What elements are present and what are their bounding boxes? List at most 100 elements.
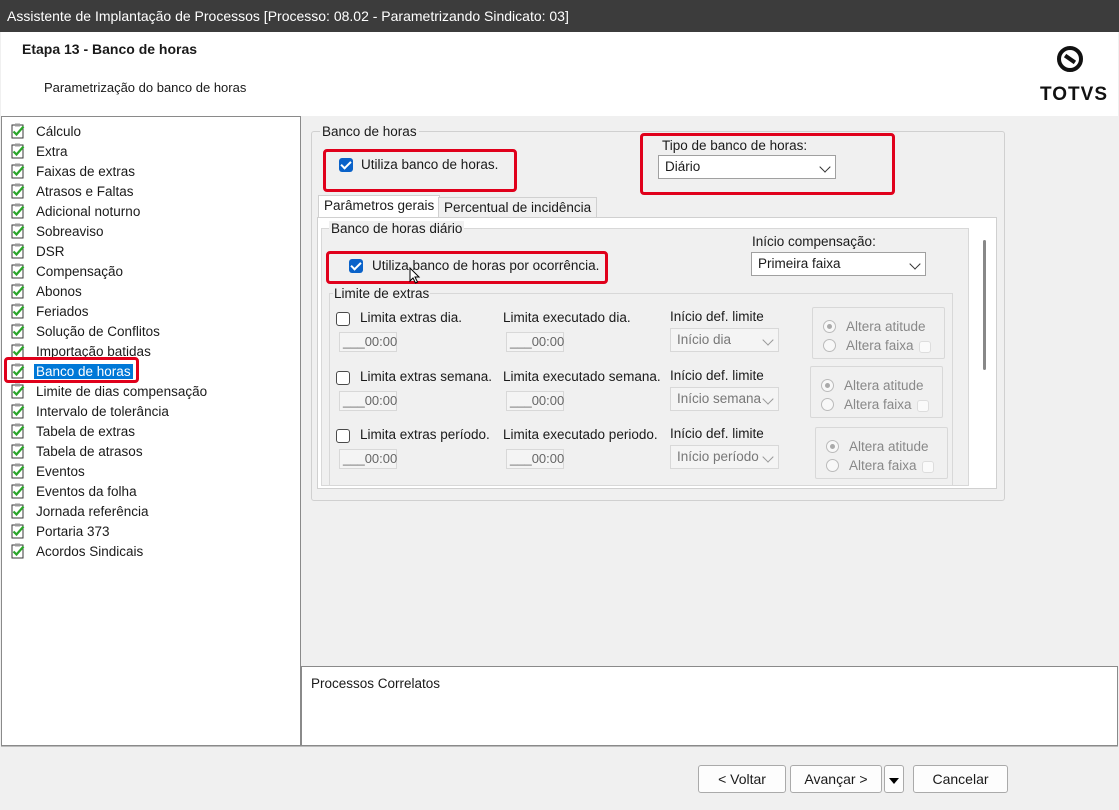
checklist-icon <box>11 503 25 519</box>
inicio-def-limite-select[interactable]: Início semana <box>670 387 779 411</box>
limita-extras-checkbox[interactable] <box>336 371 350 385</box>
checklist-icon <box>11 183 25 199</box>
sidebar-item-label: Sobreaviso <box>36 223 104 239</box>
altera-options-box: Altera atitude Altera faixa <box>812 307 945 359</box>
sidebar-item-label: Eventos <box>36 463 85 479</box>
checklist-icon <box>11 543 25 559</box>
sidebar-item-label: Atrasos e Faltas <box>36 183 134 199</box>
back-button[interactable]: < Voltar <box>698 765 786 793</box>
sidebar-item-label: Acordos Sindicais <box>36 543 144 559</box>
inicio-def-limite-select[interactable]: Início dia <box>670 328 779 352</box>
altera-atitude-radio <box>823 320 836 333</box>
altera-faixa-radio <box>821 398 834 411</box>
highlight-tipo <box>640 133 895 195</box>
totvs-logo-text: TOTVS <box>1040 84 1108 105</box>
altera-faixa-checkbox <box>919 341 931 353</box>
altera-atitude-radio <box>821 379 834 392</box>
limite-extras-time-input[interactable]: ___00:00 <box>339 391 397 411</box>
sidebar-item[interactable]: Sobreaviso <box>10 221 106 241</box>
altera-faixa-label: Altera faixa <box>849 458 917 473</box>
sidebar-item[interactable]: Jornada referência <box>10 501 151 521</box>
checklist-icon <box>11 423 25 439</box>
next-button[interactable]: Avançar > <box>790 765 882 793</box>
processos-correlatos-label: Processos Correlatos <box>311 676 441 691</box>
limita-extras-label[interactable]: Limita extras semana. <box>360 369 492 384</box>
checklist-icon <box>11 323 25 339</box>
sidebar-item[interactable]: Extra <box>10 141 70 161</box>
window-title: Assistente de Implantação de Processos [… <box>7 8 569 24</box>
limita-extras-checkbox[interactable] <box>336 429 350 443</box>
highlight-banco-sidebar <box>4 357 139 383</box>
altera-atitude-label: Altera atitude <box>846 319 926 334</box>
sidebar-item[interactable]: Atrasos e Faltas <box>10 181 136 201</box>
checklist-icon <box>11 203 25 219</box>
inicio-def-limite-select[interactable]: Início período <box>670 445 779 469</box>
inicio-def-limite-label: Início def. limite <box>670 309 764 324</box>
banco-group-label: Banco de horas <box>320 124 419 139</box>
limita-executado-label: Limita executado periodo. <box>503 427 658 442</box>
sidebar-item[interactable]: Cálculo <box>10 121 83 141</box>
sidebar-item-label: Solução de Conflitos <box>36 323 160 339</box>
checklist-icon <box>11 263 25 279</box>
mouse-cursor-icon <box>409 267 421 284</box>
limita-executado-label: Limita executado dia. <box>503 310 631 325</box>
tab-parametros-gerais[interactable]: Parâmetros gerais <box>318 195 441 218</box>
sidebar-item-label: Eventos da folha <box>36 483 137 499</box>
next-dropdown-button[interactable] <box>884 765 904 793</box>
inicio-compensacao-label: Início compensação: <box>752 234 876 249</box>
sidebar-item[interactable]: Tabela de atrasos <box>10 441 145 461</box>
sidebar-item-label: Adicional noturno <box>36 203 141 219</box>
altera-options-box: Altera atitude Altera faixa <box>810 366 943 418</box>
sidebar-item-label: Faixas de extras <box>36 163 136 179</box>
limite-executado-time-input[interactable]: ___00:00 <box>506 332 564 352</box>
totvs-logo-icon <box>1057 46 1083 72</box>
limite-executado-time-input[interactable]: ___00:00 <box>506 449 564 469</box>
limite-extras-label: Limite de extras <box>333 286 431 301</box>
inicio-def-limite-label: Início def. limite <box>670 368 764 383</box>
sidebar-item-label: Feriados <box>36 303 89 319</box>
altera-atitude-label: Altera atitude <box>844 378 924 393</box>
inicio-def-limite-value: Início período <box>677 449 759 464</box>
sidebar-item-label: Compensação <box>36 263 124 279</box>
sidebar-item[interactable]: DSR <box>10 241 67 261</box>
tab-percentual-incidencia[interactable]: Percentual de incidência <box>438 197 598 219</box>
sidebar-item[interactable]: Intervalo de tolerância <box>10 401 171 421</box>
sidebar-item[interactable]: Feriados <box>10 301 91 321</box>
step-title: Etapa 13 - Banco de horas <box>22 41 198 57</box>
sidebar-item[interactable]: Faixas de extras <box>10 161 137 181</box>
cancel-button[interactable]: Cancelar <box>913 765 1008 793</box>
checklist-icon <box>11 243 25 259</box>
diario-group-label: Banco de horas diário <box>329 221 465 236</box>
sidebar-item[interactable]: Eventos da folha <box>10 481 139 501</box>
scrollbar-thumb[interactable] <box>983 240 986 370</box>
sidebar-item-label: Portaria 373 <box>36 523 110 539</box>
checklist-icon <box>11 463 25 479</box>
sidebar-item[interactable]: Acordos Sindicais <box>10 541 145 561</box>
limita-extras-checkbox[interactable] <box>336 312 350 326</box>
processos-correlatos-panel: Processos Correlatos <box>301 666 1118 746</box>
altera-options-box: Altera atitude Altera faixa <box>815 427 948 479</box>
limite-executado-time-input[interactable]: ___00:00 <box>506 391 564 411</box>
sidebar-item[interactable]: Compensação <box>10 261 125 281</box>
sidebar-item[interactable]: Abonos <box>10 281 84 301</box>
limite-extras-time-input[interactable]: ___00:00 <box>339 332 397 352</box>
checklist-icon <box>11 383 25 399</box>
altera-faixa-label: Altera faixa <box>846 338 914 353</box>
sidebar-item[interactable]: Adicional noturno <box>10 201 142 221</box>
inicio-compensacao-select[interactable]: Primeira faixa <box>751 252 926 276</box>
limita-extras-label[interactable]: Limita extras período. <box>360 427 490 442</box>
sidebar-item[interactable]: Portaria 373 <box>10 521 112 541</box>
sidebar-item[interactable]: Tabela de extras <box>10 421 137 441</box>
sidebar-item-label: Cálculo <box>36 123 82 139</box>
highlight-ocorrencia <box>326 251 608 284</box>
highlight-utiliza <box>323 149 517 192</box>
checklist-icon <box>11 443 25 459</box>
steps-tree: Cálculo Extra Faixas de extras Atrasos e Fa… <box>1 116 301 746</box>
altera-atitude-radio <box>826 440 839 453</box>
sidebar-item[interactable]: Solução de Conflitos <box>10 321 162 341</box>
sidebar-item[interactable]: Limite de dias compensação <box>10 381 209 401</box>
limite-extras-time-input[interactable]: ___00:00 <box>339 449 397 469</box>
checklist-icon <box>11 403 25 419</box>
limita-extras-label[interactable]: Limita extras dia. <box>360 310 462 325</box>
sidebar-item[interactable]: Eventos <box>10 461 87 481</box>
